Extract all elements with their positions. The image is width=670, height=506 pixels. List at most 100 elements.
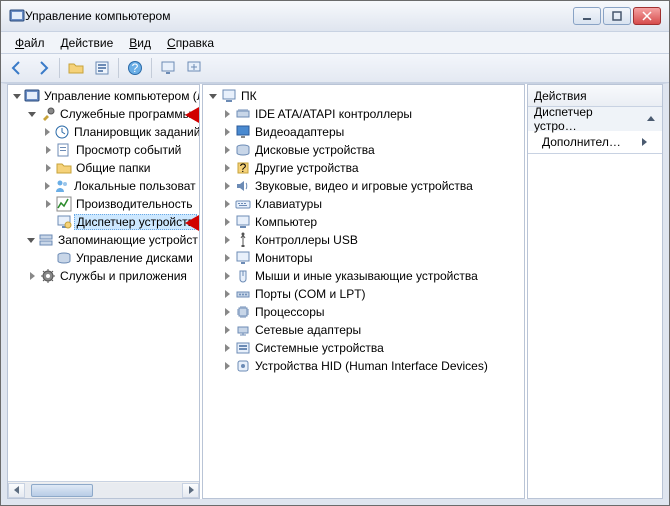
close-button[interactable] bbox=[633, 7, 661, 25]
tree-item-label: Управление компьютером (л bbox=[42, 89, 199, 103]
tree-toggle[interactable] bbox=[42, 126, 52, 138]
content-pane: ПК IDE ATA/ATAPI контроллеры Видеоадапте… bbox=[202, 84, 525, 499]
chevron-right-icon bbox=[640, 138, 648, 146]
sound-icon bbox=[235, 178, 251, 194]
tree-toggle[interactable] bbox=[221, 306, 233, 318]
tree-toggle[interactable] bbox=[207, 90, 219, 102]
nav-item[interactable]: Диспетчер устройств bbox=[10, 213, 199, 231]
device-category[interactable]: Сетевые адаптеры bbox=[205, 321, 524, 339]
device-category[interactable]: Процессоры bbox=[205, 303, 524, 321]
tree-item-label: Процессоры bbox=[253, 305, 327, 319]
menu-view[interactable]: Вид bbox=[121, 34, 159, 52]
device-category[interactable]: IDE ATA/ATAPI контроллеры bbox=[205, 105, 524, 123]
nav-item[interactable]: Производительность bbox=[10, 195, 199, 213]
diskmgmt-icon bbox=[56, 250, 72, 266]
tree-toggle[interactable] bbox=[221, 270, 233, 282]
device-category[interactable]: Клавиатуры bbox=[205, 195, 524, 213]
nav-root[interactable]: Управление компьютером (л bbox=[10, 87, 199, 105]
device-category[interactable]: Звуковые, видео и игровые устройства bbox=[205, 177, 524, 195]
tree-toggle[interactable] bbox=[42, 144, 54, 156]
tree-toggle[interactable] bbox=[26, 108, 38, 120]
tree-toggle[interactable] bbox=[42, 180, 52, 192]
device-tree[interactable]: ПК IDE ATA/ATAPI контроллеры Видеоадапте… bbox=[203, 85, 524, 498]
device-category[interactable]: ? Другие устройства bbox=[205, 159, 524, 177]
nav-item[interactable]: Общие папки bbox=[10, 159, 199, 177]
nav-node[interactable]: Запоминающие устройст bbox=[10, 231, 199, 249]
tree-toggle[interactable] bbox=[221, 234, 233, 246]
nav-item[interactable]: Планировщик заданий bbox=[10, 123, 199, 141]
forward-icon[interactable] bbox=[31, 56, 55, 80]
tree-toggle[interactable] bbox=[42, 198, 54, 210]
tree-item-label: Мониторы bbox=[253, 251, 314, 265]
tree-toggle[interactable] bbox=[26, 270, 38, 282]
tree-item-label: Производительность bbox=[74, 197, 194, 211]
tree-toggle[interactable] bbox=[12, 90, 22, 102]
tree-toggle[interactable] bbox=[221, 342, 233, 354]
show-hidden-icon[interactable] bbox=[182, 56, 206, 80]
nav-node[interactable]: Службы и приложения bbox=[10, 267, 199, 285]
actions-more-label: Дополнител… bbox=[542, 135, 621, 149]
tree-toggle[interactable] bbox=[221, 198, 233, 210]
tree-toggle[interactable] bbox=[221, 126, 233, 138]
menu-help[interactable]: Справка bbox=[159, 34, 222, 52]
device-category[interactable]: Дисковые устройства bbox=[205, 141, 524, 159]
tree-toggle[interactable] bbox=[42, 162, 54, 174]
minimize-button[interactable] bbox=[573, 7, 601, 25]
tree-toggle[interactable] bbox=[221, 180, 233, 192]
scroll-right-button[interactable] bbox=[182, 483, 199, 498]
nav-hscroll[interactable] bbox=[8, 481, 199, 498]
device-category[interactable]: Контроллеры USB bbox=[205, 231, 524, 249]
tree-toggle[interactable] bbox=[221, 360, 233, 372]
actions-more-link[interactable]: Дополнител… bbox=[528, 131, 662, 153]
tree-item-label: Мыши и иные указывающие устройства bbox=[253, 269, 480, 283]
storage-icon bbox=[38, 232, 54, 248]
tree-toggle[interactable] bbox=[26, 234, 36, 246]
nav-node[interactable]: Служебные программы bbox=[10, 105, 199, 123]
sharedfolders-icon bbox=[56, 160, 72, 176]
scroll-track[interactable] bbox=[25, 483, 182, 498]
nav-item[interactable]: Управление дисками bbox=[10, 249, 199, 267]
annotation-arrow bbox=[185, 213, 199, 233]
tree-item-label: Порты (COM и LPT) bbox=[253, 287, 368, 301]
actions-group-header[interactable]: Диспетчер устро… bbox=[528, 107, 662, 131]
tree-toggle[interactable] bbox=[221, 108, 233, 120]
devmgr-icon bbox=[56, 214, 72, 230]
tree-item-label: ПК bbox=[239, 89, 259, 103]
properties-icon[interactable] bbox=[90, 56, 114, 80]
tree-toggle[interactable] bbox=[221, 288, 233, 300]
scroll-thumb[interactable] bbox=[31, 484, 93, 497]
device-category[interactable]: Порты (COM и LPT) bbox=[205, 285, 524, 303]
device-category[interactable]: Мыши и иные указывающие устройства bbox=[205, 267, 524, 285]
device-category[interactable]: Системные устройства bbox=[205, 339, 524, 357]
folder-icon[interactable] bbox=[64, 56, 88, 80]
tree-toggle[interactable] bbox=[221, 144, 233, 156]
device-category[interactable]: Видеоадаптеры bbox=[205, 123, 524, 141]
collapse-icon bbox=[646, 114, 656, 124]
menu-view-label: ид bbox=[137, 36, 151, 50]
nav-item[interactable]: Просмотр событий bbox=[10, 141, 199, 159]
device-category[interactable]: Компьютер bbox=[205, 213, 524, 231]
tree-toggle[interactable] bbox=[221, 216, 233, 228]
device-root[interactable]: ПК bbox=[205, 87, 524, 105]
tree-item-label: Системные устройства bbox=[253, 341, 386, 355]
usb-icon bbox=[235, 232, 251, 248]
back-icon[interactable] bbox=[5, 56, 29, 80]
tree-toggle[interactable] bbox=[221, 252, 233, 264]
maximize-button[interactable] bbox=[603, 7, 631, 25]
devices-view-icon[interactable] bbox=[156, 56, 180, 80]
tree-item-label: Службы и приложения bbox=[58, 269, 189, 283]
tree-item-label: Клавиатуры bbox=[253, 197, 324, 211]
device-category[interactable]: Мониторы bbox=[205, 249, 524, 267]
tree-toggle[interactable] bbox=[221, 324, 233, 336]
eventlog-icon bbox=[56, 142, 72, 158]
system-icon bbox=[235, 340, 251, 356]
menu-action[interactable]: Действие bbox=[53, 34, 122, 52]
nav-item[interactable]: Локальные пользоват bbox=[10, 177, 199, 195]
nav-tree[interactable]: Управление компьютером (л Служебные прог… bbox=[8, 85, 199, 481]
help-icon[interactable]: ? bbox=[123, 56, 147, 80]
menu-file-label: айл bbox=[24, 36, 44, 50]
tree-toggle[interactable] bbox=[221, 162, 233, 174]
scroll-left-button[interactable] bbox=[8, 483, 25, 498]
device-category[interactable]: Устройства HID (Human Interface Devices) bbox=[205, 357, 524, 375]
menu-file[interactable]: Файл bbox=[7, 34, 53, 52]
